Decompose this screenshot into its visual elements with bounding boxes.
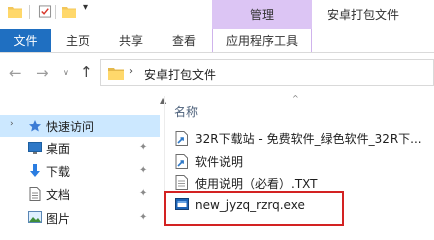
desktop-icon <box>28 142 42 154</box>
up-button[interactable]: ↑ <box>80 62 93 82</box>
customize-quick-access-dropdown[interactable]: ▾ <box>83 2 88 13</box>
new-folder-icon[interactable] <box>62 5 76 18</box>
highlight-annotation-box <box>164 191 344 226</box>
tab-home[interactable]: 主页 <box>66 29 90 52</box>
document-icon <box>29 187 41 201</box>
tab-share[interactable]: 共享 <box>119 29 143 52</box>
nav-item-label: 快速访问 <box>46 120 95 134</box>
internet-shortcut-icon <box>175 131 188 146</box>
quick-access-separator <box>29 5 30 19</box>
star-icon <box>29 120 41 132</box>
nav-item-label[interactable]: 下载 <box>46 163 70 180</box>
pin-icon: ✦ <box>139 142 148 153</box>
back-button[interactable]: ← <box>9 63 22 83</box>
file-name[interactable]: 软件说明 <box>195 153 243 170</box>
forward-button[interactable]: → <box>36 63 49 83</box>
contextual-tab-group-label: 管理 <box>249 8 274 22</box>
address-path-segment[interactable]: 安卓打包文件 <box>144 66 216 83</box>
address-separator-chevron[interactable]: › <box>129 66 133 77</box>
folder-icon[interactable] <box>8 5 22 18</box>
tab-view[interactable]: 查看 <box>172 29 196 52</box>
pin-icon: ✦ <box>139 188 148 199</box>
properties-icon[interactable] <box>38 5 52 18</box>
folder-icon <box>108 68 124 80</box>
recent-locations-button[interactable]: ∨ <box>63 63 69 83</box>
download-icon <box>30 164 40 177</box>
pin-icon: ✦ <box>139 212 148 223</box>
internet-shortcut-icon <box>175 154 188 169</box>
pictures-icon <box>28 211 42 223</box>
file-name[interactable]: 32R下载站 - 免费软件_绿色软件_32R下... <box>195 130 422 147</box>
tab-application-tools[interactable]: 应用程序工具 <box>212 29 312 52</box>
window-title: 安卓打包文件 <box>327 8 400 22</box>
file-name[interactable]: 使用说明（必看）.TXT <box>195 175 318 192</box>
pin-icon: ✦ <box>139 165 148 176</box>
chevron-right-icon[interactable]: › <box>10 119 14 129</box>
nav-item-label[interactable]: 图片 <box>46 210 70 227</box>
quick-access-separator <box>55 5 56 19</box>
tab-file[interactable]: 文件 <box>0 29 51 52</box>
column-header-name[interactable]: 名称 <box>174 103 198 120</box>
nav-item-label[interactable]: 桌面 <box>46 140 70 157</box>
nav-item-label[interactable]: 文档 <box>46 186 70 203</box>
text-file-icon <box>175 175 188 190</box>
sort-indicator-icon: ^ <box>292 94 299 103</box>
